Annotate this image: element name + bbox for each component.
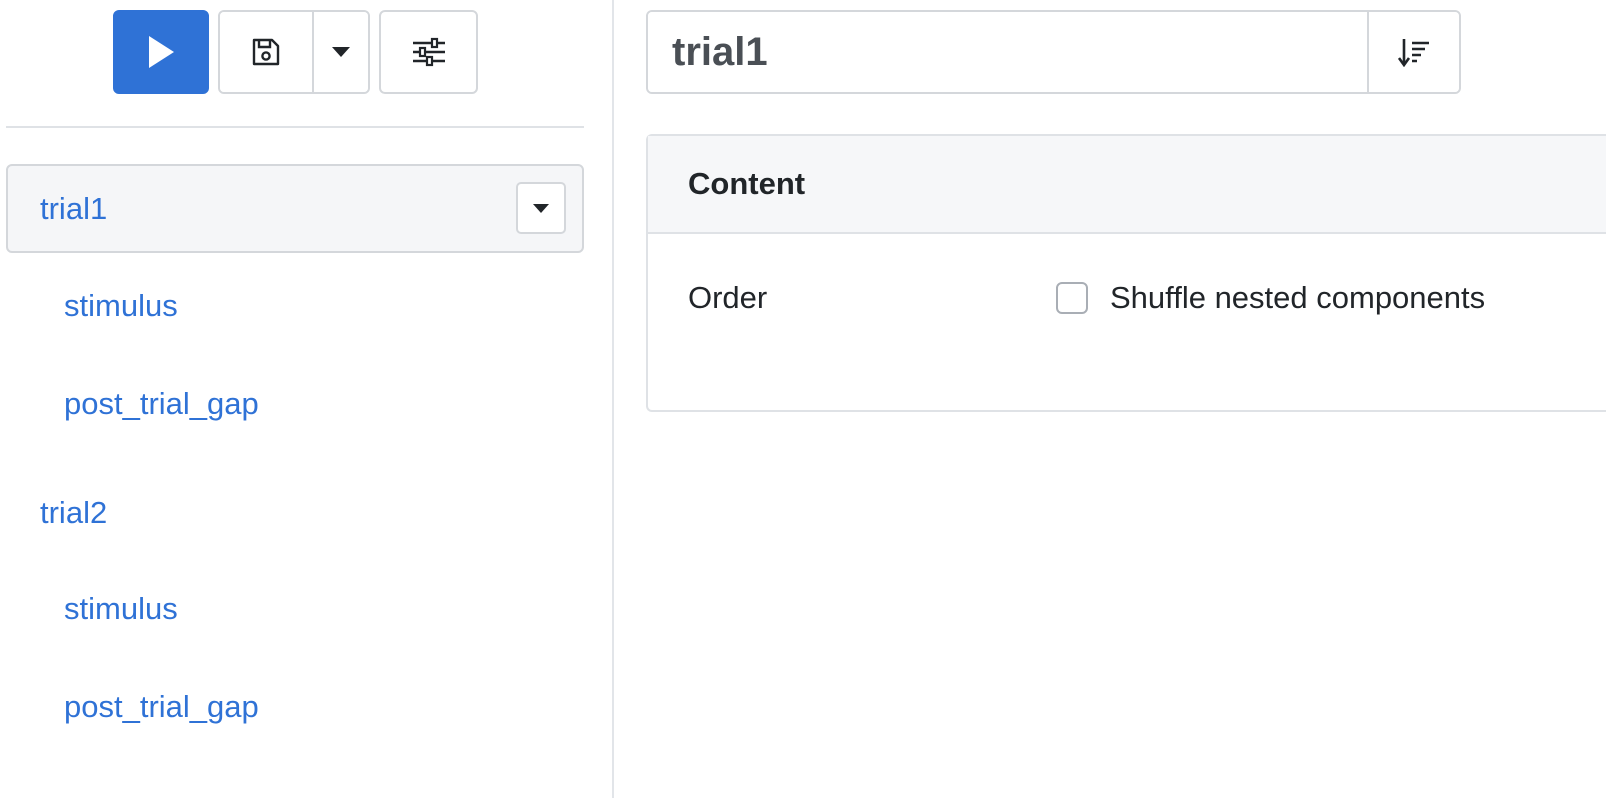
- tree-item-label: trial1: [40, 190, 108, 226]
- tree-item-label: stimulus: [64, 288, 178, 323]
- save-button[interactable]: [220, 12, 314, 92]
- sidebar-divider: [6, 126, 584, 128]
- item-menu-button[interactable]: [516, 182, 566, 234]
- component-name-bar: [646, 10, 1461, 94]
- tree-item-label: post_trial_gap: [64, 689, 259, 724]
- tree-item-post-trial-gap[interactable]: post_trial_gap: [6, 359, 584, 449]
- save-dropdown-button[interactable]: [314, 12, 368, 92]
- run-button[interactable]: [113, 10, 209, 94]
- component-name-input[interactable]: [648, 12, 1367, 92]
- sliders-icon: [412, 37, 445, 67]
- app-window: trial1 stimulus post_trial_gap trial2 st…: [0, 0, 1606, 798]
- caret-down-icon: [533, 203, 549, 213]
- tree-item-stimulus[interactable]: stimulus: [6, 564, 584, 654]
- settings-button[interactable]: [379, 10, 478, 94]
- sort-button[interactable]: [1367, 12, 1459, 92]
- sidebar: trial1 stimulus post_trial_gap trial2 st…: [0, 0, 614, 798]
- shuffle-label: Shuffle nested components: [1110, 280, 1486, 315]
- play-icon: [149, 36, 174, 68]
- tree-item-label: stimulus: [64, 591, 178, 626]
- main-panel: Content Order Shuffle nested components: [614, 0, 1606, 798]
- content-panel: Content Order Shuffle nested components: [646, 134, 1606, 412]
- tree-item-label: trial2: [40, 494, 108, 530]
- tree-item-trial2[interactable]: trial2: [6, 449, 584, 564]
- shuffle-option[interactable]: Shuffle nested components: [1056, 280, 1485, 316]
- save-button-group: [218, 10, 370, 94]
- tree-item-label: post_trial_gap: [64, 386, 259, 421]
- order-label: Order: [688, 280, 768, 315]
- toolbar: [113, 10, 478, 94]
- tree-item-post-trial-gap[interactable]: post_trial_gap: [6, 654, 584, 760]
- order-row: Order Shuffle nested components: [648, 234, 1606, 364]
- panel-header: Content: [648, 136, 1606, 234]
- caret-down-icon: [332, 47, 350, 57]
- tree-item-stimulus[interactable]: stimulus: [6, 253, 584, 359]
- sort-descending-icon: [1398, 39, 1429, 67]
- shuffle-checkbox[interactable]: [1056, 282, 1088, 314]
- floppy-disk-icon: [252, 38, 280, 66]
- tree-item-trial1[interactable]: trial1: [6, 164, 584, 253]
- timeline-tree: trial1 stimulus post_trial_gap trial2 st…: [6, 164, 584, 760]
